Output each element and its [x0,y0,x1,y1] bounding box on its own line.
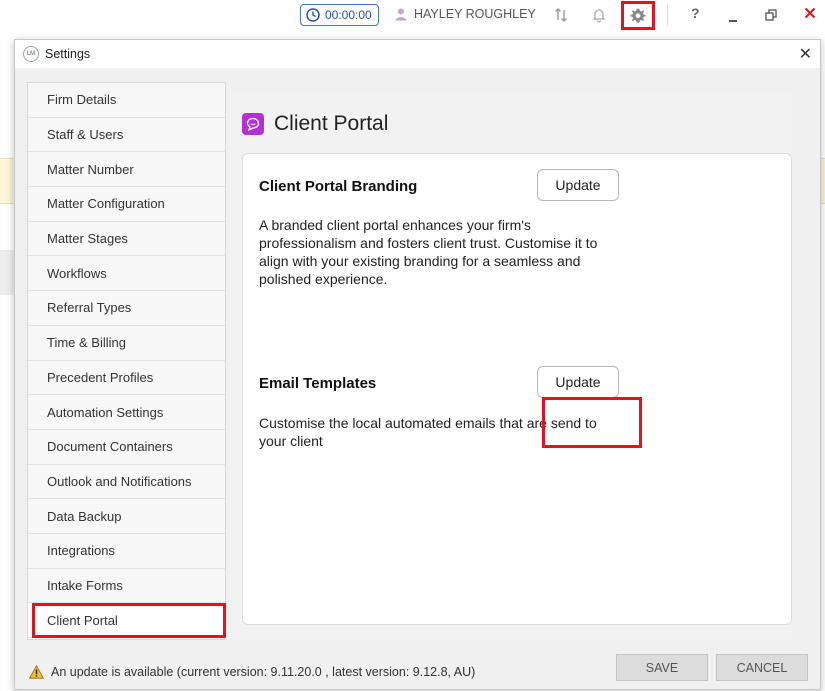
user-name: HAYLEY ROUGHLEY [414,7,536,21]
cancel-button[interactable]: CANCEL [716,654,808,681]
update-notice-text: An update is available (current version:… [51,665,476,679]
email-templates-heading: Email Templates [259,375,377,392]
update-notice: An update is available (current version:… [29,665,475,679]
client-portal-panel: Client Portal Client Portal Branding Upd… [230,92,792,640]
timer-button[interactable]: 00:00:00 [300,4,379,26]
clock-icon [306,8,320,22]
minimize-icon[interactable] [728,10,738,26]
sidebar-item-automation-settings[interactable]: Automation Settings [28,395,225,430]
settings-button[interactable] [621,1,655,30]
dialog-close-button[interactable]: ✕ [799,44,812,64]
topbar-divider [667,4,668,26]
gear-icon [630,8,646,23]
branding-heading: Client Portal Branding [259,178,418,195]
dialog-titlebar: LM Settings ✕ [15,40,820,68]
sidebar-item-precedent-profiles[interactable]: Precedent Profiles [28,360,225,396]
background-panel [0,250,14,295]
branding-update-button[interactable]: Update [537,169,619,201]
settings-dialog: LM Settings ✕ Firm Details Staff & Users… [14,39,821,690]
sidebar-item-data-backup[interactable]: Data Backup [28,499,225,534]
sidebar-item-workflows[interactable]: Workflows [28,256,225,292]
bell-icon[interactable] [589,5,609,25]
user-icon [395,8,407,21]
page-title: Client Portal [274,112,389,135]
sidebar-item-integrations[interactable]: Integrations [28,533,225,569]
sidebar-item-matter-configuration[interactable]: Matter Configuration [28,187,225,222]
email-templates-description: Customise the local automated emails tha… [259,415,597,449]
warning-icon [29,665,44,679]
client-portal-card: Client Portal Branding Update A branded … [242,153,792,625]
sidebar-item-time-billing[interactable]: Time & Billing [28,325,225,361]
user-menu[interactable]: HAYLEY ROUGHLEY [394,7,536,21]
close-icon[interactable] [804,6,816,22]
sidebar-item-referral-types[interactable]: Referral Types [28,291,225,326]
sync-icon[interactable] [551,5,571,25]
sidebar-item-outlook-notifications[interactable]: Outlook and Notifications [28,464,225,500]
sidebar-item-document-containers[interactable]: Document Containers [28,429,225,465]
restore-icon[interactable] [765,8,777,24]
timer-value: 00:00:00 [325,8,372,22]
sidebar-item-staff-users[interactable]: Staff & Users [28,117,225,153]
dialog-title: Settings [45,47,91,61]
app-logo-icon: LM [23,46,39,62]
sidebar-item-matter-number[interactable]: Matter Number [28,152,225,188]
sidebar-item-client-portal[interactable]: Client Portal [28,603,225,638]
client-portal-icon [242,113,264,135]
sidebar-item-firm-details[interactable]: Firm Details [28,83,225,118]
settings-sidebar: Firm Details Staff & Users Matter Number… [27,82,226,640]
save-button[interactable]: SAVE [616,654,708,681]
sidebar-item-intake-forms[interactable]: Intake Forms [28,568,225,604]
sidebar-item-matter-stages[interactable]: Matter Stages [28,221,225,257]
email-templates-update-button[interactable]: Update [537,366,619,398]
help-button[interactable]: ? [691,5,700,21]
branding-description: A branded client portal enhances your fi… [259,217,598,287]
app-topbar: 00:00:00 HAYLEY ROUGHLEY ? [0,0,825,32]
section-header: Client Portal [242,112,388,136]
